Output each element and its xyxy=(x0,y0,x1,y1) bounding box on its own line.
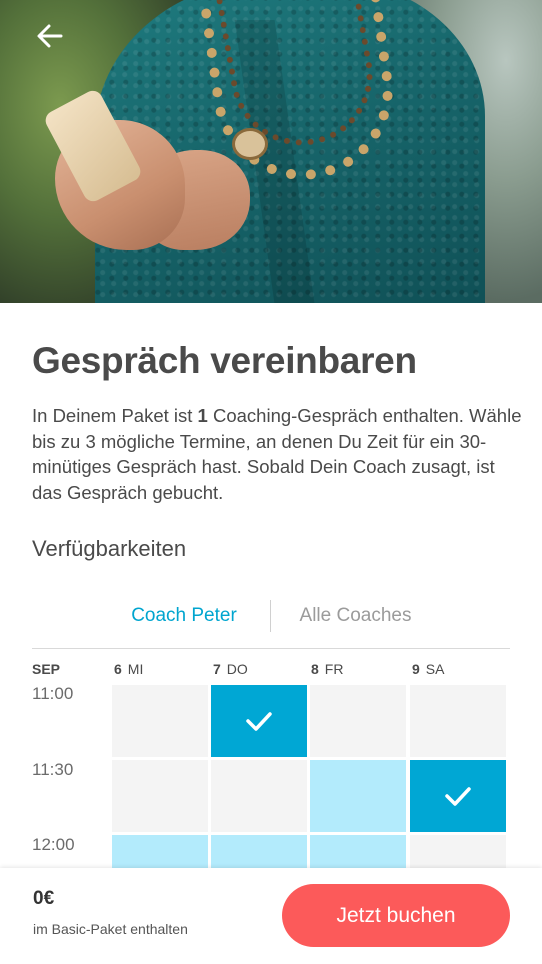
time-slot-selected[interactable] xyxy=(410,760,506,832)
time-slot-unavailable[interactable] xyxy=(310,685,406,757)
day-header-sa: 9 SA xyxy=(412,661,445,677)
time-slot-selected[interactable] xyxy=(211,685,307,757)
day-header-do: 7 DO xyxy=(213,661,248,677)
day-header-fr: 8 FR xyxy=(311,661,344,677)
day-header-mi: 6 MI xyxy=(114,661,144,677)
tab-alle-coaches[interactable]: Alle Coaches xyxy=(271,596,440,636)
tab-coach-peter[interactable]: Coach Peter xyxy=(102,596,266,636)
price: 0€ xyxy=(33,888,55,909)
checkmark-icon xyxy=(445,787,471,806)
time-slot-unavailable[interactable] xyxy=(211,760,307,832)
arrow-left-icon xyxy=(37,24,63,48)
time-slot-available[interactable] xyxy=(310,760,406,832)
price-note: im Basic-Paket enthalten xyxy=(33,921,188,937)
calendar-month: SEP xyxy=(32,661,61,677)
time-slot-unavailable[interactable] xyxy=(112,685,208,757)
checkmark-icon xyxy=(246,712,272,731)
availability-heading: Verfügbarkeiten xyxy=(32,536,187,561)
time-slot-unavailable[interactable] xyxy=(112,760,208,832)
booking-bar: 0€ im Basic-Paket enthalten Jetzt buchen xyxy=(0,868,542,964)
time-label: 12:00 xyxy=(32,835,75,854)
time-label: 11:00 xyxy=(32,684,74,703)
time-label: 11:30 xyxy=(32,760,74,779)
back-button[interactable] xyxy=(28,16,72,56)
coaching-count: 1 xyxy=(197,405,208,426)
page-description: In Deinem Paket ist 1 Coaching-Gespräch … xyxy=(32,405,522,503)
page-title: Gespräch vereinbaren xyxy=(32,340,417,381)
time-slot-unavailable[interactable] xyxy=(410,685,506,757)
hero-image xyxy=(0,0,542,303)
book-now-button[interactable]: Jetzt buchen xyxy=(282,884,510,947)
hero-pendant xyxy=(232,128,268,160)
coach-tabs: Coach Peter Alle Coaches xyxy=(32,596,510,649)
